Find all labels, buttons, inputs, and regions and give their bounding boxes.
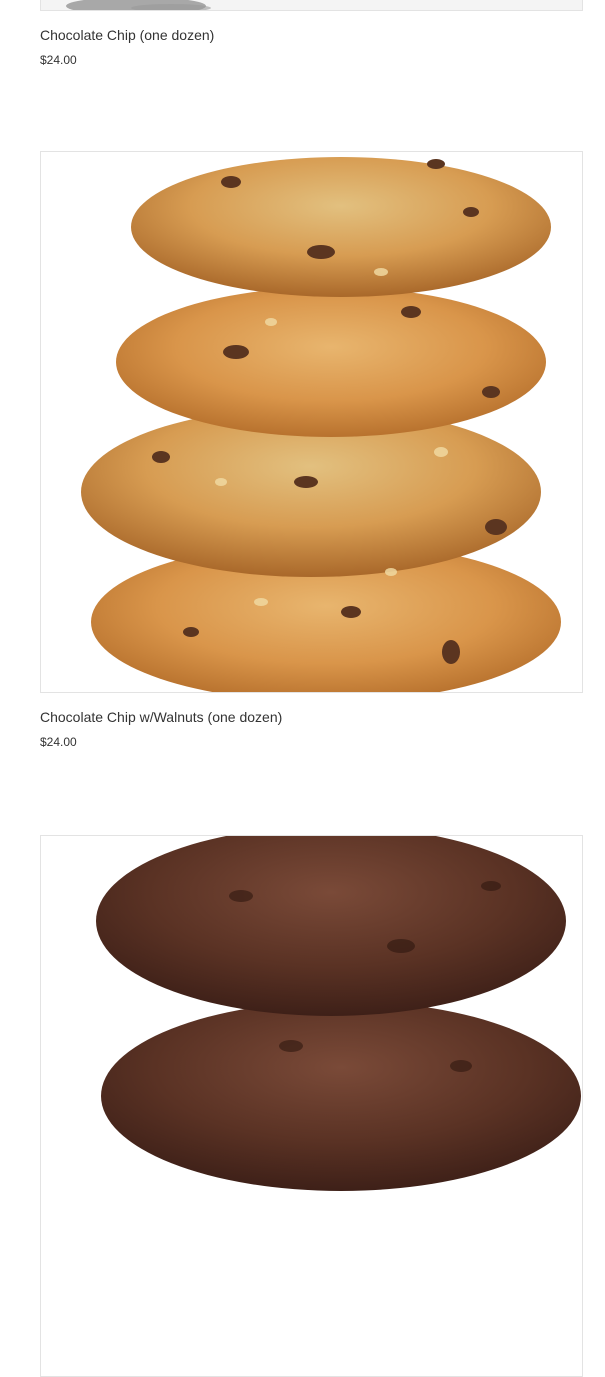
product-image[interactable]	[40, 0, 583, 11]
cookie-image	[41, 0, 582, 10]
product-card: Chocolate Chip (one dozen) $24.00	[40, 0, 583, 68]
product-image[interactable]	[40, 835, 583, 1377]
product-price: $24.00	[40, 53, 77, 67]
product-title-link[interactable]: Chocolate Chip w/Walnuts (one dozen)	[40, 708, 583, 726]
cookie-stack-image	[41, 152, 582, 692]
product-card	[40, 835, 583, 1377]
product-price: $24.00	[40, 735, 77, 749]
product-title-link[interactable]: Chocolate Chip (one dozen)	[40, 26, 583, 44]
product-card: Chocolate Chip w/Walnuts (one dozen) $24…	[40, 151, 583, 750]
product-image[interactable]	[40, 151, 583, 693]
cookie-stack-image	[41, 836, 582, 1376]
